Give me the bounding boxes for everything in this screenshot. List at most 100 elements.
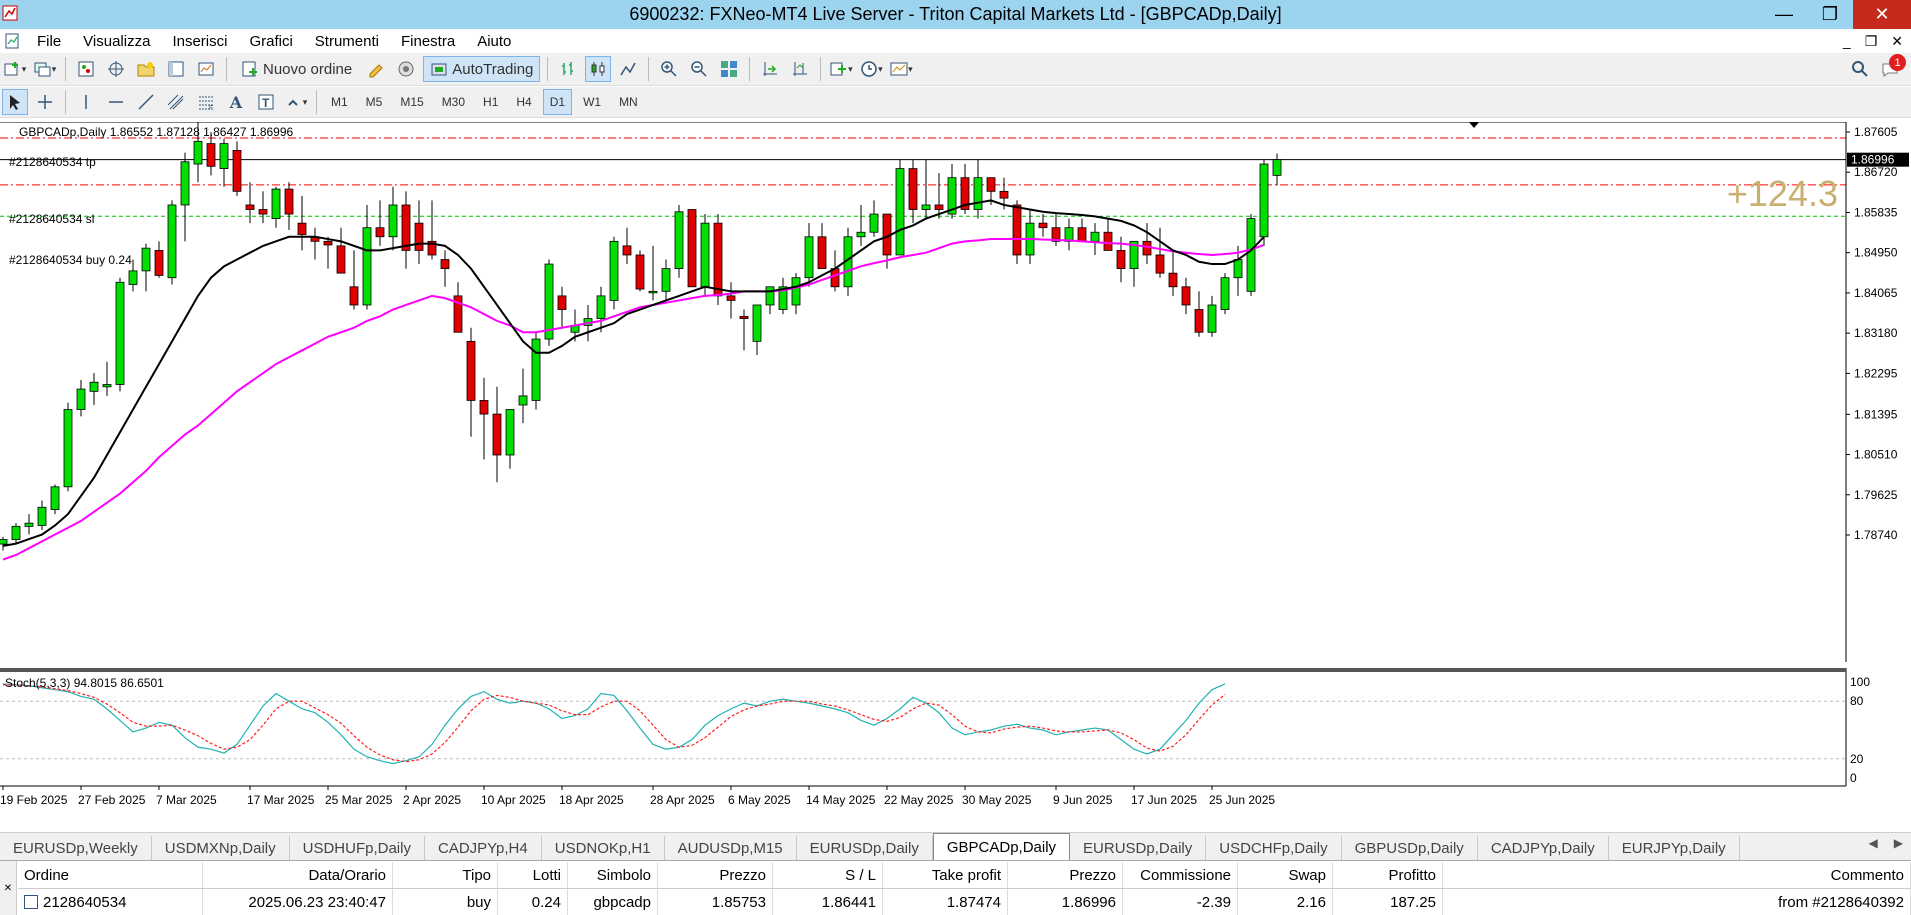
templates-button[interactable]: ▾ bbox=[888, 56, 914, 82]
fibonacci-tool[interactable]: F bbox=[193, 89, 219, 115]
new-chart-button[interactable]: ▾ bbox=[2, 56, 28, 82]
chart-tab[interactable]: USDMXNp,Daily bbox=[152, 836, 290, 860]
timeframe-m1[interactable]: M1 bbox=[324, 89, 355, 115]
indicators-icon bbox=[830, 62, 847, 76]
mdi-restore-button[interactable]: ❐ bbox=[1865, 33, 1878, 50]
chat-button[interactable]: 1 bbox=[1877, 54, 1906, 82]
menu-visualizza[interactable]: Visualizza bbox=[72, 33, 161, 50]
auto-scroll-button[interactable] bbox=[757, 56, 783, 82]
horizontal-line-tool[interactable] bbox=[103, 89, 129, 115]
chart-tab[interactable]: GBPUSDp,Daily bbox=[1342, 836, 1478, 860]
mdi-close-button[interactable]: ✕ bbox=[1891, 33, 1903, 50]
candle-body bbox=[271, 188, 281, 220]
trendline-tool[interactable] bbox=[133, 89, 159, 115]
zoom-in-button[interactable] bbox=[656, 56, 682, 82]
stoch-tick-label: 80 bbox=[1850, 694, 1864, 708]
timeframe-h1[interactable]: H1 bbox=[476, 89, 505, 115]
profiles-button[interactable]: ▾ bbox=[32, 56, 58, 82]
cursor-tool[interactable] bbox=[2, 89, 28, 115]
search-button[interactable] bbox=[1847, 56, 1873, 82]
chart-tab[interactable]: EURUSDp,Weekly bbox=[0, 836, 152, 860]
menu-inserisci[interactable]: Inserisci bbox=[161, 33, 238, 50]
tile-windows-button[interactable] bbox=[716, 56, 742, 82]
candle-body bbox=[206, 143, 216, 167]
timeframe-mn[interactable]: MN bbox=[612, 89, 645, 115]
market-watch-button[interactable] bbox=[73, 56, 99, 82]
chart-tab[interactable]: CADJPYp,Daily bbox=[1478, 836, 1609, 860]
chart-tab[interactable]: CADJPYp,H4 bbox=[425, 836, 542, 860]
terminal-close-icon[interactable]: ✕ bbox=[4, 883, 12, 894]
column-header[interactable]: Data/Orario bbox=[203, 862, 393, 888]
column-header[interactable]: Ordine bbox=[18, 862, 203, 888]
terminal-button[interactable] bbox=[163, 56, 189, 82]
line-chart-button[interactable] bbox=[615, 56, 641, 82]
signals-button[interactable] bbox=[393, 56, 419, 82]
candle-chart-button[interactable] bbox=[585, 56, 612, 82]
window-minimize-button[interactable]: — bbox=[1761, 0, 1807, 29]
chart-shift-button[interactable] bbox=[787, 56, 813, 82]
chart-tab[interactable]: EURJPYp,Daily bbox=[1609, 836, 1740, 860]
data-window-button[interactable] bbox=[103, 56, 129, 82]
candle-body bbox=[167, 204, 177, 279]
window-restore-button[interactable]: ❐ bbox=[1807, 0, 1853, 29]
column-header[interactable]: Lotti bbox=[498, 862, 568, 888]
chart-tab[interactable]: USDNOKp,H1 bbox=[542, 836, 665, 860]
price-chart[interactable]: 1.87605 1.86720 1.85835 1.84950 1.84065 1.831… bbox=[0, 118, 1911, 808]
column-header[interactable]: Take profit bbox=[883, 862, 1008, 888]
column-header[interactable]: S / L bbox=[773, 862, 883, 888]
timeframe-d1[interactable]: D1 bbox=[542, 89, 573, 115]
menu-aiuto[interactable]: Aiuto bbox=[466, 33, 522, 50]
column-header[interactable]: Prezzo bbox=[658, 862, 773, 888]
autotrading-button[interactable]: AutoTrading bbox=[423, 56, 541, 82]
column-header[interactable]: Prezzo bbox=[1008, 862, 1123, 888]
channel-tool[interactable] bbox=[163, 89, 189, 115]
navigator-button[interactable] bbox=[133, 56, 159, 82]
column-header[interactable]: Swap bbox=[1238, 862, 1333, 888]
timeframe-m15[interactable]: M15 bbox=[393, 89, 430, 115]
timeframe-m30[interactable]: M30 bbox=[435, 89, 472, 115]
timeframe-w1[interactable]: W1 bbox=[576, 89, 608, 115]
chart-tab[interactable]: USDHUFp,Daily bbox=[290, 836, 425, 860]
candle-body bbox=[1207, 304, 1217, 333]
text-label-tool[interactable]: T bbox=[253, 89, 279, 115]
chart-tab[interactable]: EURUSDp,Daily bbox=[797, 836, 933, 860]
timeframe-h4[interactable]: H4 bbox=[509, 89, 538, 115]
chart-tab[interactable]: GBPCADp,Daily bbox=[932, 833, 1071, 860]
document-icon[interactable] bbox=[4, 32, 22, 50]
vertical-line-tool[interactable] bbox=[73, 89, 99, 115]
candle-body bbox=[102, 384, 112, 388]
crosshair-tool[interactable] bbox=[32, 89, 58, 115]
column-header[interactable]: Tipo bbox=[393, 862, 498, 888]
chart-tab[interactable]: EURUSDp,Daily bbox=[1070, 836, 1207, 860]
table-row[interactable]: 2128640534 2025.06.23 23:40:47 buy 0.24 gbpc… bbox=[18, 889, 1911, 915]
chart-window[interactable]: 1.87605 1.86720 1.85835 1.84950 1.84065 1.831… bbox=[0, 118, 1911, 808]
zoom-out-button[interactable] bbox=[686, 56, 712, 82]
menu-finestra[interactable]: Finestra bbox=[390, 33, 466, 50]
indicators-button[interactable]: ▾ bbox=[828, 56, 854, 82]
metaeditor-button[interactable] bbox=[363, 56, 389, 82]
new-order-button[interactable]: Nuovo ordine bbox=[234, 56, 359, 82]
bar-chart-button[interactable] bbox=[555, 56, 581, 82]
column-header[interactable]: Profitto bbox=[1333, 862, 1443, 888]
timeframe-m5[interactable]: M5 bbox=[359, 89, 390, 115]
tab-scroll-right-icon[interactable]: ▶ bbox=[1894, 836, 1903, 850]
terminal-side-tab[interactable]: ✕ bbox=[0, 861, 17, 915]
column-header[interactable]: Commento bbox=[1443, 862, 1911, 888]
mdi-minimize-button[interactable]: _ bbox=[1843, 33, 1851, 49]
price-tick-label: 1.86720 bbox=[1854, 165, 1898, 179]
periods-button[interactable]: ▾ bbox=[858, 56, 884, 82]
candle-body bbox=[622, 245, 632, 256]
menu-grafici[interactable]: Grafici bbox=[238, 33, 303, 50]
window-close-button[interactable]: ✕ bbox=[1853, 0, 1911, 29]
arrows-tool[interactable]: ▾ bbox=[283, 89, 309, 115]
chart-tab[interactable]: AUDUSDp,M15 bbox=[665, 836, 797, 860]
column-header[interactable]: Simbolo bbox=[568, 862, 658, 888]
column-header[interactable]: Commissione bbox=[1123, 862, 1238, 888]
text-tool[interactable]: A bbox=[223, 89, 249, 115]
menu-strumenti[interactable]: Strumenti bbox=[304, 33, 390, 50]
menu-file[interactable]: File bbox=[26, 33, 72, 50]
strategy-tester-button[interactable] bbox=[193, 56, 219, 82]
candle-body bbox=[635, 254, 645, 290]
chart-tab[interactable]: USDCHFp,Daily bbox=[1206, 836, 1342, 860]
tab-scroll-left-icon[interactable]: ◀ bbox=[1869, 836, 1878, 850]
